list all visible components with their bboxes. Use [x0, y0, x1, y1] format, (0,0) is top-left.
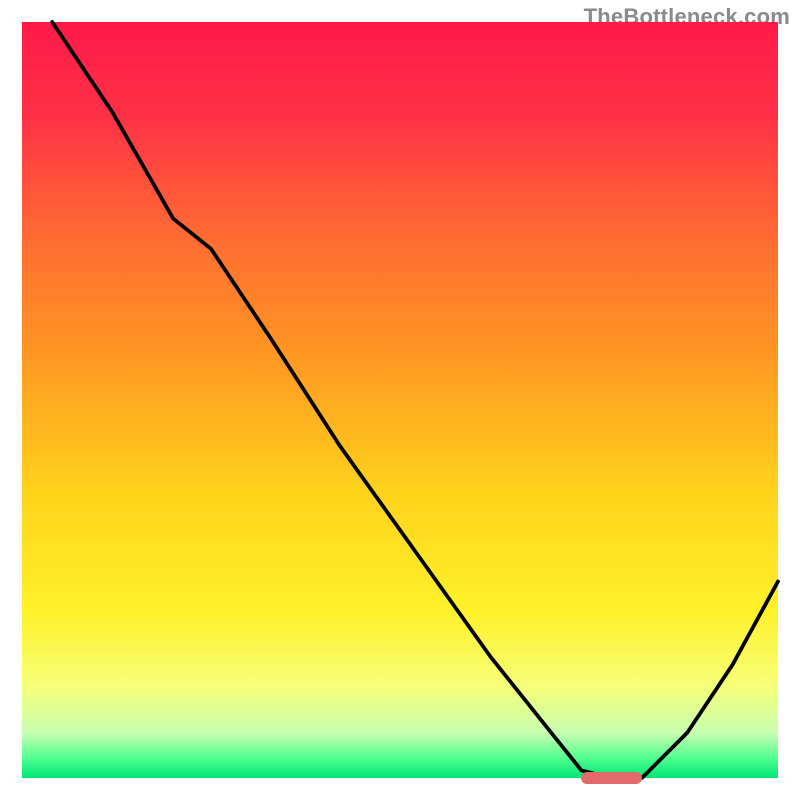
chart-canvas: TheBottleneck.com: [0, 0, 800, 800]
optimal-marker: [581, 772, 641, 784]
bottleneck-curve: [22, 22, 778, 778]
curve-path: [52, 22, 778, 778]
plot-area: [22, 22, 778, 778]
